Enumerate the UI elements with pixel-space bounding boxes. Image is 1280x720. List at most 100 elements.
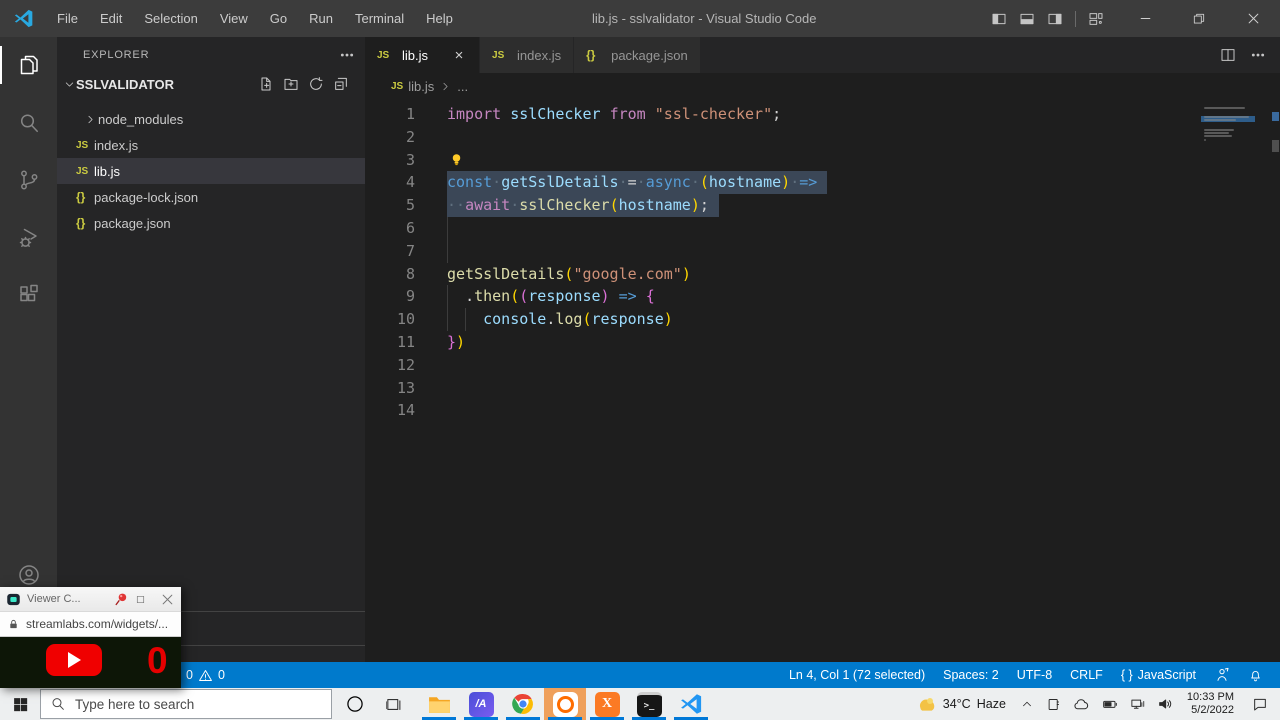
lightbulb-icon[interactable] <box>449 152 464 167</box>
line-number[interactable]: 3 <box>365 149 415 172</box>
taskbar-search[interactable]: Type here to search <box>40 689 332 719</box>
tray-battery-icon[interactable] <box>1096 688 1124 720</box>
menu-help[interactable]: Help <box>415 0 464 37</box>
taskbar-app-code-a[interactable]: /A <box>460 688 502 720</box>
file-node_modules[interactable]: node_modules <box>57 106 365 132</box>
line-number[interactable]: 11 <box>365 331 415 354</box>
tray-network-icon[interactable] <box>1124 688 1151 720</box>
layout-right-icon[interactable] <box>1047 11 1063 27</box>
code-line-11: 11}) <box>365 331 1280 354</box>
file-lib.js[interactable]: JSlib.js <box>57 158 365 184</box>
popup-url: streamlabs.com/widgets/... <box>26 617 168 631</box>
layout-left-icon[interactable] <box>991 11 1007 27</box>
activity-search[interactable] <box>0 99 57 147</box>
minimize-button[interactable] <box>1118 0 1172 37</box>
taskbar-app-streamlabs[interactable] <box>544 688 586 720</box>
line-number[interactable]: 6 <box>365 217 415 240</box>
weather-widget[interactable]: 34°C Haze <box>908 694 1014 715</box>
tray-tablet-icon[interactable] <box>1040 688 1067 720</box>
popup-title-bar[interactable]: Viewer C... <box>0 587 181 612</box>
status-language-mode[interactable]: { }JavaScript <box>1112 668 1205 682</box>
line-number[interactable]: 1 <box>365 103 415 126</box>
chevron-down-icon <box>63 78 76 91</box>
status-feedback[interactable] <box>1205 667 1239 683</box>
pin-icon[interactable] <box>114 592 129 607</box>
line-number[interactable]: 10 <box>365 308 415 331</box>
line-number[interactable]: 8 <box>365 263 415 286</box>
file-label: package.json <box>94 216 171 231</box>
status-eol[interactable]: CRLF <box>1061 668 1112 682</box>
line-number[interactable]: 4 <box>365 171 415 194</box>
activity-run-debug[interactable] <box>0 214 57 262</box>
tray-chevron-up-icon[interactable] <box>1014 688 1040 720</box>
search-placeholder: Type here to search <box>75 697 194 712</box>
more-actions-icon[interactable] <box>339 47 355 63</box>
activity-bar <box>0 37 57 662</box>
line-number[interactable]: 5 <box>365 194 415 217</box>
popup-address-bar[interactable]: streamlabs.com/widgets/... <box>0 612 181 637</box>
popup-close-button[interactable] <box>160 592 175 607</box>
line-number[interactable]: 2 <box>365 126 415 149</box>
folder-section-header[interactable]: SSLVALIDATOR <box>57 72 365 96</box>
layout-grid-icon[interactable] <box>1088 11 1104 27</box>
collapse-all-icon[interactable] <box>333 76 349 92</box>
file-package.json[interactable]: {}package.json <box>57 210 365 236</box>
tray-cloud-icon[interactable] <box>1067 688 1096 720</box>
more-actions-icon[interactable] <box>1250 47 1266 63</box>
layout-panel-icon[interactable] <box>1019 11 1035 27</box>
breadcrumb[interactable]: JS lib.js ... <box>365 73 1280 100</box>
taskbar-app-chrome[interactable] <box>502 688 544 720</box>
problems-indicator[interactable]: 0 0 <box>186 668 225 683</box>
line-number[interactable]: 12 <box>365 354 415 377</box>
task-view-button[interactable] <box>385 696 402 713</box>
tab-label: package.json <box>611 48 688 63</box>
viewer-count-popup: Viewer C... streamlabs.com/widgets/... 0 <box>0 587 181 688</box>
cortana-button[interactable] <box>345 694 365 714</box>
menu-selection[interactable]: Selection <box>133 0 208 37</box>
new-folder-icon[interactable] <box>283 76 299 92</box>
menu-edit[interactable]: Edit <box>89 0 133 37</box>
split-editor-icon[interactable] <box>1220 47 1236 63</box>
activity-extensions[interactable] <box>0 271 57 319</box>
tab-index.js[interactable]: JSindex.js <box>480 37 574 73</box>
activity-source-control[interactable] <box>0 156 57 204</box>
breadcrumb-more[interactable]: ... <box>457 79 468 94</box>
menu-go[interactable]: Go <box>259 0 298 37</box>
new-file-icon[interactable] <box>258 76 274 92</box>
file-package-lock.json[interactable]: {}package-lock.json <box>57 184 365 210</box>
tray-volume-icon[interactable] <box>1151 688 1179 720</box>
close-tab-icon[interactable]: × <box>451 47 467 64</box>
status-cursor-position[interactable]: Ln 4, Col 1 (72 selected) <box>780 668 934 682</box>
status-notifications[interactable] <box>1239 668 1272 683</box>
tab-package.json[interactable]: {}package.json <box>574 37 701 73</box>
menu-file[interactable]: File <box>46 0 89 37</box>
taskbar-app-xampp[interactable]: X <box>586 688 628 720</box>
status-encoding[interactable]: UTF-8 <box>1008 668 1061 682</box>
menu-run[interactable]: Run <box>298 0 344 37</box>
start-button[interactable] <box>0 696 40 713</box>
file-index.js[interactable]: JSindex.js <box>57 132 365 158</box>
menu-view[interactable]: View <box>209 0 259 37</box>
menu-terminal[interactable]: Terminal <box>344 0 415 37</box>
breadcrumb-file[interactable]: lib.js <box>408 79 434 94</box>
line-number[interactable]: 9 <box>365 285 415 308</box>
taskbar-app-vscode[interactable] <box>670 688 712 720</box>
line-number[interactable]: 7 <box>365 240 415 263</box>
tab-lib.js[interactable]: JSlib.js× <box>365 37 480 73</box>
popup-maximize-button[interactable] <box>135 594 146 605</box>
line-number[interactable]: 14 <box>365 399 415 422</box>
taskbar-app-terminal[interactable]: >_ <box>628 688 670 720</box>
clock[interactable]: 10:33 PM 5/2/2022 <box>1179 691 1244 717</box>
code-line-1: 1import sslChecker from "ssl-checker"; <box>365 103 1280 126</box>
error-count: 0 <box>186 668 193 682</box>
status-indentation[interactable]: Spaces: 2 <box>934 668 1008 682</box>
refresh-icon[interactable] <box>308 76 324 92</box>
taskbar-app-file-explorer[interactable] <box>418 688 460 720</box>
overlay-edge-artifact <box>181 645 365 646</box>
close-button[interactable] <box>1226 0 1280 37</box>
activity-explorer[interactable] <box>0 41 57 89</box>
line-number[interactable]: 13 <box>365 377 415 400</box>
code-editor[interactable]: 1import sslChecker from "ssl-checker";23… <box>365 100 1280 662</box>
action-center-button[interactable] <box>1244 696 1280 712</box>
restore-button[interactable] <box>1172 0 1226 37</box>
